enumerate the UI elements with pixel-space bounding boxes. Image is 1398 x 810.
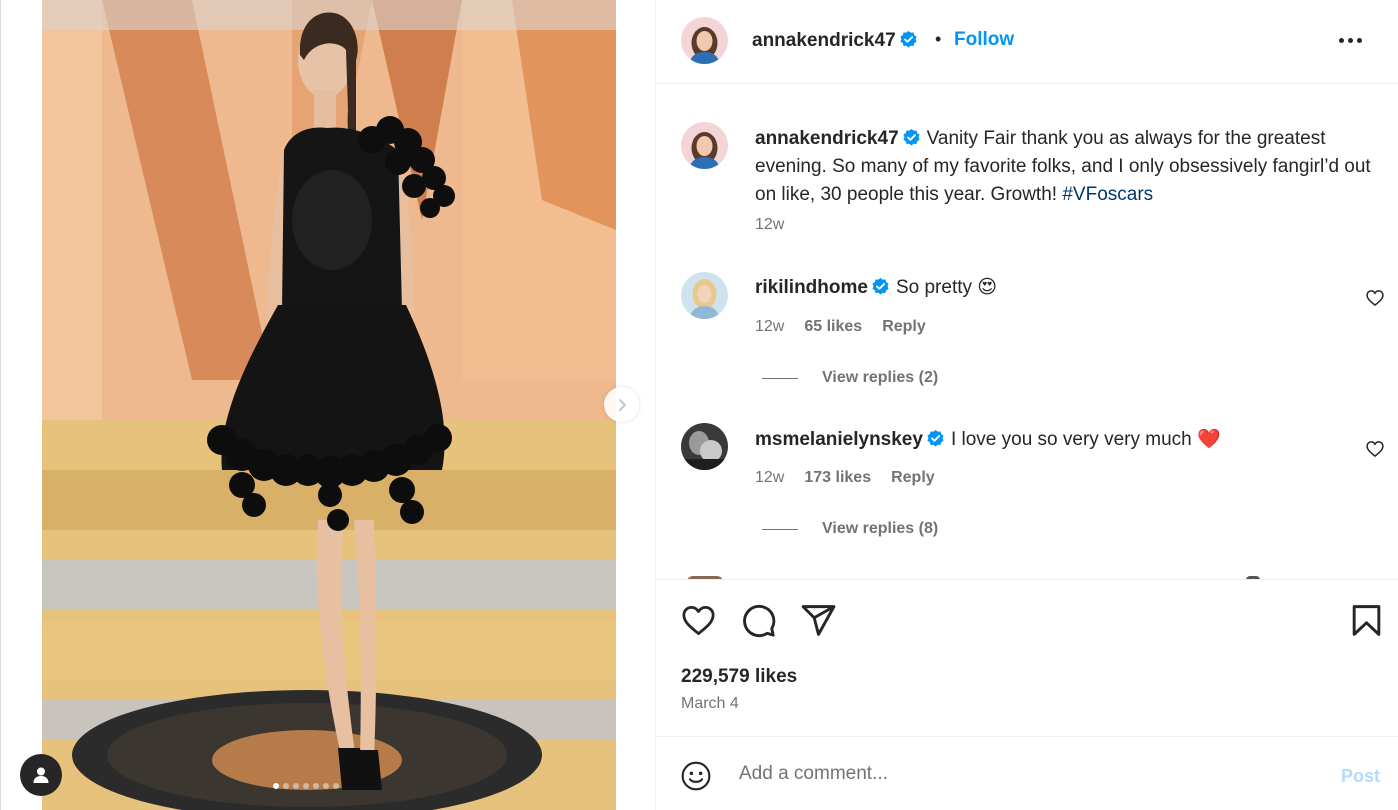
replies-rule xyxy=(762,377,798,379)
caption-timestamp[interactable]: 12w xyxy=(755,216,784,234)
post-photo[interactable] xyxy=(42,0,616,810)
comment-text-line: msmelanielynskey I love you so very very … xyxy=(755,427,1221,451)
verified-badge-icon xyxy=(872,277,889,295)
verified-badge-icon xyxy=(900,30,917,48)
more-dot xyxy=(1357,37,1362,43)
post-details-panel: annakendrick47 • Follow annakendrick47 Va… xyxy=(655,0,1398,810)
comment-body: So pretty xyxy=(895,277,973,298)
hashtag-link[interactable]: #VFoscars xyxy=(1062,184,1153,205)
view-replies-label: View replies (2) xyxy=(822,369,939,386)
carousel-next-button[interactable] xyxy=(604,387,639,422)
carousel-dot xyxy=(313,783,319,789)
person-tag-icon xyxy=(33,767,49,783)
comment-body: I love you so very very much xyxy=(950,429,1192,450)
share-icon[interactable] xyxy=(800,602,837,639)
caption-avatar[interactable] xyxy=(681,122,728,169)
author-username[interactable]: annakendrick47 xyxy=(752,30,918,52)
comment-likes[interactable]: 65 likes xyxy=(804,318,862,336)
caption-username[interactable]: annakendrick47 xyxy=(755,128,921,149)
caption-text: annakendrick47 Vanity Fair thank you as a… xyxy=(755,125,1375,209)
chevron-right-icon xyxy=(618,398,626,411)
carousel-dot xyxy=(273,783,279,789)
author-avatar[interactable] xyxy=(681,17,728,64)
action-bar: 229,579 likes March 4 xyxy=(656,579,1398,736)
carousel-dot xyxy=(323,783,329,789)
add-comment-bar: Post xyxy=(656,736,1398,810)
comment-likes[interactable]: 173 likes xyxy=(804,469,871,487)
red-heart-emoji: ❤️ xyxy=(1197,429,1221,450)
likes-count[interactable]: 229,579 likes xyxy=(681,666,797,688)
comment-meta: 12w 65 likes Reply xyxy=(755,318,926,336)
commenter-avatar[interactable] xyxy=(681,272,728,319)
reply-button[interactable]: Reply xyxy=(882,318,926,336)
like-comment-heart-icon[interactable] xyxy=(1365,288,1385,308)
commenter-avatar[interactable] xyxy=(681,423,728,470)
post-button[interactable]: Post xyxy=(1341,766,1380,787)
commenter-username[interactable]: rikilindhome xyxy=(755,277,890,298)
more-dot xyxy=(1348,37,1353,43)
heart-icon[interactable] xyxy=(680,602,717,639)
carousel-dot xyxy=(303,783,309,789)
comment-input[interactable] xyxy=(739,759,1299,789)
carousel-indicator xyxy=(273,783,339,789)
comments-list[interactable]: annakendrick47 Vanity Fair thank you as a… xyxy=(656,85,1398,579)
view-replies-label: View replies (8) xyxy=(822,520,939,537)
media-pane xyxy=(0,0,655,810)
bookmark-icon[interactable] xyxy=(1348,602,1385,639)
comment-timestamp[interactable]: 12w xyxy=(755,318,784,336)
heart-eyes-emoji: 😍 xyxy=(977,277,998,298)
carousel-dot xyxy=(283,783,289,789)
commenter-username[interactable]: msmelanielynskey xyxy=(755,429,945,450)
more-options-button[interactable] xyxy=(1339,30,1369,50)
like-comment-heart-icon[interactable] xyxy=(1365,439,1385,459)
header-separator: • xyxy=(935,29,942,49)
verified-badge-icon xyxy=(903,128,920,146)
view-replies-button[interactable]: View replies (8) xyxy=(762,520,938,538)
reply-button[interactable]: Reply xyxy=(891,469,935,487)
comment-timestamp[interactable]: 12w xyxy=(755,469,784,487)
comment-text-line: rikilindhome So pretty 😍 xyxy=(755,276,997,299)
comment-meta: 12w 173 likes Reply xyxy=(755,469,935,487)
verified-badge-icon xyxy=(927,429,944,447)
carousel-dot xyxy=(293,783,299,789)
tagged-users-button[interactable] xyxy=(20,754,62,796)
post-header: annakendrick47 • Follow xyxy=(656,0,1398,84)
more-options-icon xyxy=(1339,37,1344,43)
view-replies-button[interactable]: View replies (2) xyxy=(762,369,938,387)
follow-button[interactable]: Follow xyxy=(954,29,1014,51)
comment-icon[interactable] xyxy=(740,602,777,639)
replies-rule xyxy=(762,528,798,530)
carousel-dot xyxy=(333,783,339,789)
post-date[interactable]: March 4 xyxy=(681,695,739,713)
emoji-smile-icon[interactable] xyxy=(680,760,712,792)
